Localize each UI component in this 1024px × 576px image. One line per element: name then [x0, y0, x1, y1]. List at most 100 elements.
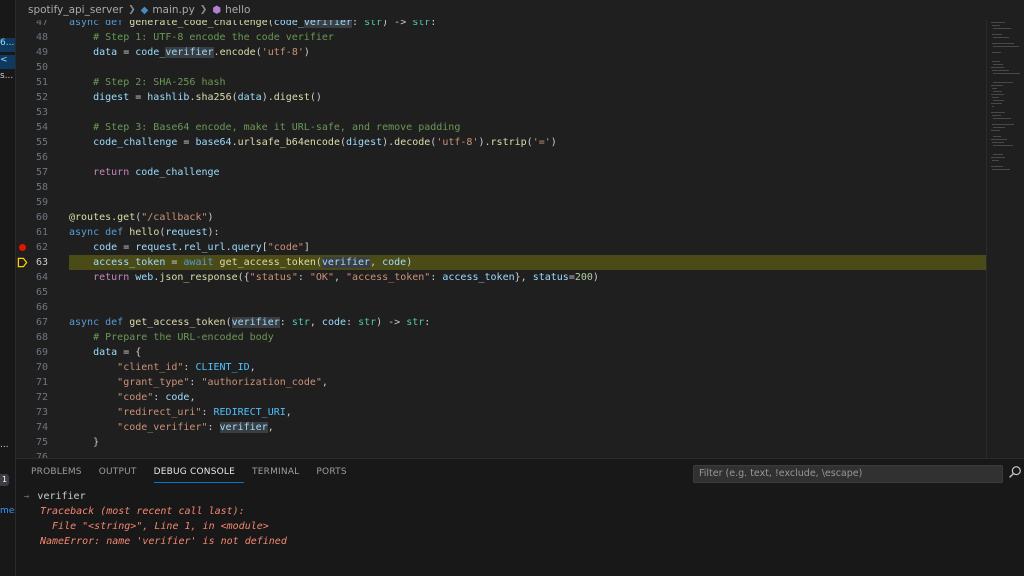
tab-debug-console[interactable]: DEBUG CONSOLE [153, 467, 245, 483]
line-number: 58 [35, 182, 48, 193]
search-icon[interactable] [1008, 465, 1022, 479]
function-icon: ⬢ [212, 4, 222, 16]
code-line[interactable]: 63 access_token = await get_access_token… [16, 255, 986, 270]
code-line[interactable]: 69 data = { [16, 345, 986, 360]
code-line[interactable]: 75 } [16, 435, 986, 450]
code-line[interactable]: 58 [16, 180, 986, 195]
code-text: access_token = await get_access_token(ve… [93, 257, 413, 268]
explorer-item[interactable]: < [0, 55, 15, 69]
minimap-line [993, 100, 1004, 101]
line-number: 48 [35, 32, 48, 43]
code-text: data = code_verifier.encode('utf-8') [93, 47, 310, 58]
breadcrumb-folder[interactable]: spotify_api_server [28, 4, 123, 16]
filter-input[interactable]: Filter (e.g. text, !exclude, \escape) [693, 465, 1003, 483]
code-text: code_challenge = base64.urlsafe_b64encod… [93, 137, 557, 148]
code-line[interactable]: 68 # Prepare the URL-encoded body [16, 330, 986, 345]
explorer-item[interactable]: s... [0, 71, 15, 85]
code-editor[interactable]: 47 async def generate_code_challenge(code… [16, 20, 986, 458]
code-line[interactable]: 67 async def get_access_token(verifier: s… [16, 315, 986, 330]
line-number: 49 [35, 47, 48, 58]
code-line[interactable]: 64 return web.json_response({"status": "… [16, 270, 986, 285]
code-line[interactable]: 74 "code_verifier": verifier, [16, 420, 986, 435]
code-text: code = request.rel_url.query["code"] [93, 242, 310, 253]
minimap-line [992, 142, 1004, 143]
explorer-item[interactable]: 6... [0, 38, 15, 52]
code-text: "redirect_uri": REDIRECT_URI, [117, 407, 292, 418]
chevron-right-icon: ❯ [199, 5, 208, 15]
line-number: 62 [35, 242, 48, 253]
minimap-line [993, 145, 1013, 146]
minimap-line [993, 136, 1001, 137]
minimap[interactable] [987, 20, 1024, 458]
minimap-line [991, 112, 1005, 113]
code-line[interactable]: 50 [16, 60, 986, 75]
code-line[interactable]: 57 return code_challenge [16, 165, 986, 180]
code-line[interactable]: 70 "client_id": CLIENT_ID, [16, 360, 986, 375]
code-line[interactable]: 51 # Step 2: SHA-256 hash [16, 75, 986, 90]
minimap-line [992, 61, 1000, 62]
minimap-line [993, 64, 1003, 65]
code-line[interactable]: 52 digest = hashlib.sha256(data).digest(… [16, 90, 986, 105]
code-line[interactable]: 66 [16, 300, 986, 315]
code-text: data = { [93, 347, 142, 358]
tab-problems[interactable]: PROBLEMS [31, 467, 91, 483]
code-line[interactable]: 72 "code": code, [16, 390, 986, 405]
minimap-line [991, 67, 1004, 68]
line-number: 50 [35, 62, 48, 73]
minimap-line [992, 106, 994, 107]
tab-ports[interactable]: PORTS [316, 467, 355, 483]
code-line[interactable]: 53 [16, 105, 986, 120]
line-number: 75 [35, 437, 48, 448]
line-number: 52 [35, 92, 48, 103]
line-number: 71 [35, 377, 48, 388]
minimap-line [992, 34, 1002, 35]
breadcrumb-file[interactable]: main.py [152, 4, 194, 16]
debug-console-output: → verifier Traceback (most recent call la… [24, 489, 287, 549]
breadcrumb: spotify_api_server ❯ ◆ main.py ❯ ⬢ hello [16, 0, 1024, 20]
line-number: 64 [35, 272, 48, 283]
code-text: async def get_access_token(verifier: str… [69, 317, 431, 328]
code-text: # Prepare the URL-encoded body [93, 332, 274, 343]
line-number: 53 [35, 107, 48, 118]
code-text: digest = hashlib.sha256(data).digest() [93, 92, 322, 103]
breadcrumb-symbol[interactable]: hello [225, 4, 250, 16]
code-line[interactable]: 62 code = request.rel_url.query["code"] [16, 240, 986, 255]
explorer-item[interactable]: ... [0, 440, 15, 454]
code-line[interactable]: 65 [16, 285, 986, 300]
code-line[interactable]: 56 [16, 150, 986, 165]
tab-output[interactable]: OUTPUT [99, 467, 146, 483]
line-number: 67 [35, 317, 48, 328]
code-line[interactable]: 47 async def generate_code_challenge(code… [16, 20, 986, 30]
minimap-line [993, 91, 1002, 92]
minimap-line [991, 157, 1005, 158]
minimap-line [992, 124, 1014, 125]
code-line[interactable]: 59 [16, 195, 986, 210]
console-error-line: NameError: name 'verifier' is not define… [40, 536, 287, 547]
tab-terminal[interactable]: TERMINAL [252, 467, 308, 483]
minimap-line [992, 160, 999, 161]
line-number: 63 [35, 257, 48, 268]
code-text: # Step 3: Base64 encode, make it URL-saf… [93, 122, 461, 133]
line-number: 74 [35, 422, 48, 433]
minimap-line [992, 70, 1009, 71]
code-line[interactable]: 55 code_challenge = base64.urlsafe_b64en… [16, 135, 986, 150]
minimap-line [993, 154, 1003, 155]
code-line[interactable]: 49 data = code_verifier.encode('utf-8') [16, 45, 986, 60]
minimap-line [992, 115, 1001, 116]
code-line[interactable]: 60 @routes.get("/callback") [16, 210, 986, 225]
console-error-line: Traceback (most recent call last): [40, 506, 245, 517]
code-line[interactable]: 71 "grant_type": "authorization_code", [16, 375, 986, 390]
python-file-icon: ◆ [140, 4, 149, 16]
explorer-link[interactable]: mes [0, 506, 15, 516]
code-text: "code_verifier": verifier, [117, 422, 274, 433]
console-prompt-icon: → [24, 492, 30, 502]
code-line[interactable]: 48 # Step 1: UTF-8 encode the code verif… [16, 30, 986, 45]
code-line[interactable]: 76 [16, 450, 986, 458]
code-text: "code": code, [117, 392, 196, 403]
code-text: "grant_type": "authorization_code", [117, 377, 328, 388]
code-line[interactable]: 61 async def hello(request): [16, 225, 986, 240]
code-line[interactable]: 73 "redirect_uri": REDIRECT_URI, [16, 405, 986, 420]
code-line[interactable]: 54 # Step 3: Base64 encode, make it URL-… [16, 120, 986, 135]
line-number: 68 [35, 332, 48, 343]
line-number: 57 [35, 167, 48, 178]
